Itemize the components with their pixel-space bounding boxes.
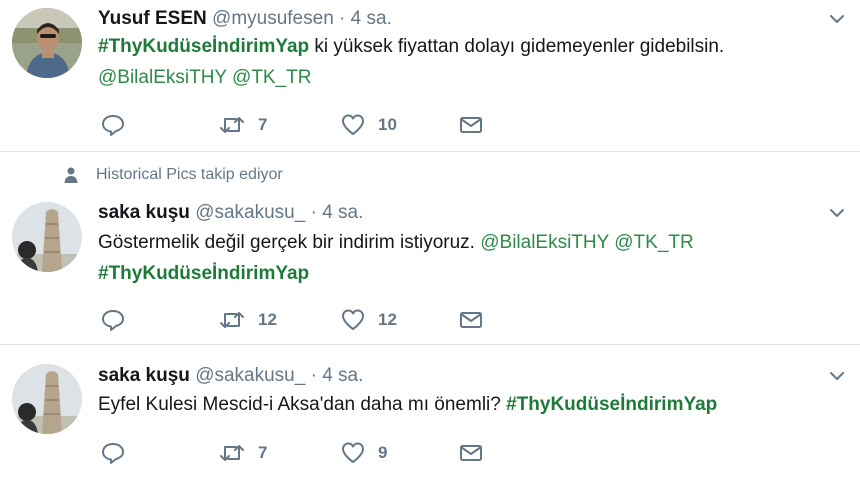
reply-icon: [102, 115, 124, 136]
hashtag-link[interactable]: #ThyKudüseİndirimYap: [98, 36, 309, 57]
author-name[interactable]: saka kuşu: [98, 202, 190, 223]
reply-button[interactable]: [100, 111, 126, 139]
mention-link[interactable]: @TK_TR: [232, 67, 311, 88]
reply-icon: [102, 443, 124, 464]
author-name[interactable]: saka kuşu: [98, 365, 190, 386]
mention-link[interactable]: @TK_TR: [614, 232, 693, 253]
like-count: 12: [378, 310, 397, 329]
chevron-down-icon[interactable]: [828, 10, 846, 28]
hashtag-link[interactable]: #ThyKudüseİndirimYap: [506, 394, 717, 415]
tweet-text: Eyfel Kulesi Mescid-i Aksa'dan daha mı ö…: [98, 389, 717, 420]
like-count: 10: [378, 115, 397, 134]
retweet-icon: [220, 312, 244, 328]
retweet-count: 7: [258, 443, 268, 462]
reply-button[interactable]: [100, 439, 126, 467]
avatar[interactable]: [12, 364, 82, 434]
tweet-text: Göstermelik değil gerçek bir indirim ist…: [98, 227, 694, 289]
separator-dot: ·: [310, 202, 317, 223]
tweet-text-part: Göstermelik değil gerçek bir indirim ist…: [98, 232, 481, 253]
envelope-icon: [460, 445, 482, 461]
tweet[interactable]: Historical Pics takip ediyor saka kuşu @…: [0, 152, 860, 345]
avatar[interactable]: [12, 202, 82, 272]
timestamp[interactable]: 4 sa.: [322, 202, 363, 223]
separator-dot: ·: [339, 8, 346, 29]
separator-dot: ·: [310, 365, 317, 386]
mention-link[interactable]: @BilalEksiTHY: [98, 67, 227, 88]
chevron-down-icon[interactable]: [828, 367, 846, 385]
person-icon: [64, 167, 78, 183]
author-handle[interactable]: @sakakusu_: [195, 202, 305, 223]
retweet-button[interactable]: 7: [218, 111, 267, 139]
envelope-icon: [460, 312, 482, 328]
tweet-text-part: Eyfel Kulesi Mescid-i Aksa'dan daha mı ö…: [98, 394, 507, 415]
heart-icon: [342, 442, 364, 463]
tweet-text-part: ki yüksek fiyattan dolayı gidemeyenler g…: [309, 36, 725, 57]
author-handle[interactable]: @myusufesen: [212, 8, 334, 29]
author-name[interactable]: Yusuf ESEN: [98, 8, 207, 29]
chevron-down-icon[interactable]: [828, 204, 846, 222]
avatar[interactable]: [12, 8, 82, 78]
retweet-count: 12: [258, 310, 277, 329]
social-context-label[interactable]: Historical Pics takip ediyor: [96, 166, 283, 184]
retweet-button[interactable]: 7: [218, 439, 267, 467]
heart-icon: [342, 114, 364, 135]
mention-link[interactable]: @BilalEksiTHY: [480, 232, 609, 253]
like-button[interactable]: 10: [340, 111, 397, 139]
tweet[interactable]: saka kuşu @sakakusu_ · 4 sa. Eyfel Kules…: [0, 345, 860, 480]
reply-button[interactable]: [100, 306, 126, 334]
like-count: 9: [378, 443, 388, 462]
author-handle[interactable]: @sakakusu_: [195, 365, 305, 386]
heart-icon: [342, 309, 364, 330]
retweet-count: 7: [258, 115, 268, 134]
reply-icon: [102, 310, 124, 331]
like-button[interactable]: 9: [340, 439, 387, 467]
retweet-icon: [220, 117, 244, 133]
tweet-text: #ThyKudüseİndirimYap ki yüksek fiyattan …: [98, 31, 724, 93]
envelope-icon: [460, 117, 482, 133]
direct-message-button[interactable]: [458, 439, 484, 467]
hashtag-link[interactable]: #ThyKudüseİndirimYap: [98, 263, 309, 284]
tweet[interactable]: Yusuf ESEN @myusufesen · 4 sa. #ThyKudüs…: [0, 0, 860, 152]
retweet-icon: [220, 445, 244, 461]
direct-message-button[interactable]: [458, 306, 484, 334]
retweet-button[interactable]: 12: [218, 306, 277, 334]
social-context: Historical Pics takip ediyor: [62, 166, 283, 184]
like-button[interactable]: 12: [340, 306, 397, 334]
timestamp[interactable]: 4 sa.: [351, 8, 392, 29]
timestamp[interactable]: 4 sa.: [322, 365, 363, 386]
direct-message-button[interactable]: [458, 111, 484, 139]
